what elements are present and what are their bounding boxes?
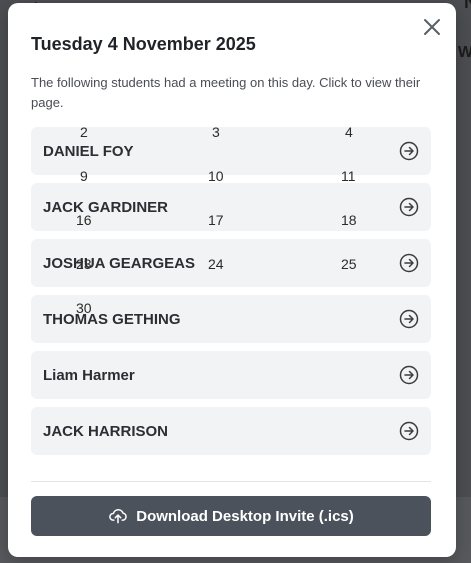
calendar-day-number: 3 <box>212 124 220 140</box>
backdrop-month-title: N <box>464 0 471 12</box>
student-name: THOMAS GETHING <box>43 311 181 328</box>
arrow-right-circle-icon <box>399 365 419 385</box>
student-name: Liam Harmer <box>43 367 135 384</box>
download-invite-button[interactable]: Download Desktop Invite (.ics) <box>31 496 431 536</box>
arrow-right-circle-icon <box>399 197 419 217</box>
student-name: DANIEL FOY <box>43 143 134 160</box>
arrow-right-circle-icon <box>399 253 419 273</box>
download-button-label: Download Desktop Invite (.ics) <box>136 507 354 525</box>
arrow-right-circle-icon <box>399 309 419 329</box>
student-row-daniel-foy[interactable]: DANIEL FOY <box>31 127 431 175</box>
calendar-day-number: 25 <box>341 256 357 272</box>
calendar-day-number: 2 <box>80 124 88 140</box>
calendar-day-number: 9 <box>80 168 88 184</box>
meeting-day-modal: Tuesday 4 November 2025 The following st… <box>8 3 456 557</box>
student-row-liam-harmer[interactable]: Liam Harmer <box>31 351 431 399</box>
calendar-day-number: 11 <box>341 168 356 184</box>
arrow-right-circle-icon <box>399 141 419 161</box>
student-name: JACK HARRISON <box>43 423 169 440</box>
calendar-day-number: 17 <box>208 212 224 228</box>
calendar-day-number: 30 <box>76 300 92 316</box>
modal-title: Tuesday 4 November 2025 <box>31 34 256 54</box>
modal-description: The following students had a meeting on … <box>31 75 421 110</box>
arrow-right-circle-icon <box>399 421 419 441</box>
backdrop-weekday-header: W <box>457 44 471 61</box>
calendar-day-number: 23 <box>76 256 92 272</box>
close-icon[interactable] <box>422 17 442 37</box>
student-name: JACK GARDINER <box>43 199 169 216</box>
student-name: JOSHUA GEARGEAS <box>43 255 195 272</box>
student-row-jack-harrison[interactable]: JACK HARRISON <box>31 407 431 455</box>
divider <box>31 481 431 482</box>
calendar-day-number: 18 <box>341 212 357 228</box>
calendar-day-number: 24 <box>208 256 224 272</box>
calendar-day-number: 10 <box>208 168 224 184</box>
cloud-upload-icon <box>109 509 127 524</box>
calendar-day-number: 4 <box>345 124 353 140</box>
calendar-day-number: 16 <box>76 212 92 228</box>
